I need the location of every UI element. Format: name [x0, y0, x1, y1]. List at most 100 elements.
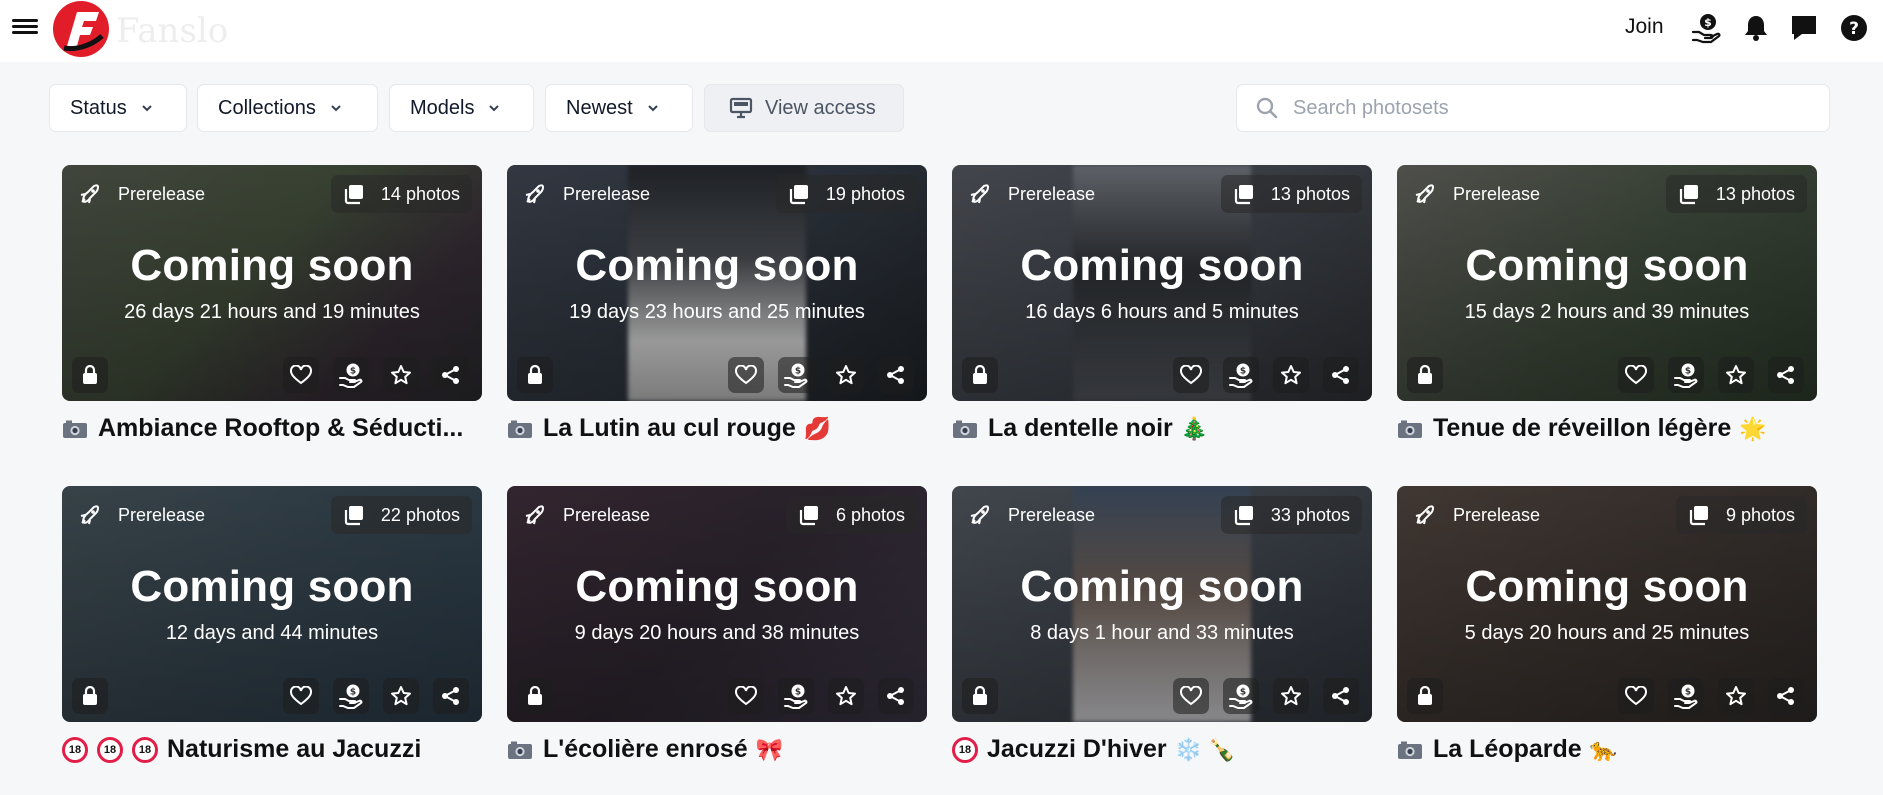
photoset-card[interactable]: Prerelease 22 photos Coming soon 12 days an… [62, 486, 482, 722]
rocket-icon [523, 503, 555, 527]
countdown-text: 8 days 1 hour and 33 minutes [1030, 622, 1294, 644]
photoset-title[interactable]: La Léoparde 🐆 [1397, 735, 1817, 764]
favorite-button[interactable] [1273, 678, 1309, 714]
tip-button[interactable]: $ [1223, 357, 1259, 393]
tip-button[interactable]: $ [778, 678, 814, 714]
photoset-card[interactable]: Prerelease 6 photos Coming soon 9 days 20 h… [507, 486, 927, 722]
search-icon [1256, 97, 1278, 119]
share-button[interactable] [878, 678, 914, 714]
rocket-icon [78, 503, 110, 527]
models-filter[interactable]: Models [389, 84, 534, 132]
photoset-card[interactable]: Prerelease 19 photos Coming soon 19 days 23… [507, 165, 927, 401]
rocket-icon [968, 182, 1000, 206]
lock-icon [1407, 678, 1443, 714]
share-button[interactable] [433, 678, 469, 714]
photoset-card[interactable]: Prerelease 13 photos Coming soon 16 days 6 … [952, 165, 1372, 401]
photoset-card[interactable]: Prerelease 9 photos Coming soon 5 days 20 h… [1397, 486, 1817, 722]
title-emoji: ❄️ 🍾 [1174, 736, 1236, 762]
tip-money-icon: $ [338, 683, 364, 709]
share-button[interactable] [878, 357, 914, 393]
heart-icon [1180, 686, 1202, 706]
photoset-card[interactable]: Prerelease 33 photos Coming soon 8 days 1 h… [952, 486, 1372, 722]
photoset-title[interactable]: La dentelle noir 🎄 [952, 414, 1372, 443]
photoset-title[interactable]: La Lutin au cul rouge 💋 [507, 414, 927, 443]
adults-only-icon: 18 [952, 736, 978, 763]
photo-count: 22 photos [380, 504, 460, 525]
like-button[interactable] [728, 357, 764, 393]
chat-icon[interactable] [1788, 12, 1820, 44]
status-filter[interactable]: Status [49, 84, 187, 132]
heart-icon [735, 686, 757, 706]
share-icon [441, 686, 461, 706]
chevron-down-icon [331, 105, 341, 112]
heart-icon [1625, 365, 1647, 385]
sort-filter[interactable]: Newest [545, 84, 693, 132]
bell-icon[interactable] [1740, 12, 1772, 44]
favorite-button[interactable] [383, 357, 419, 393]
coming-soon-heading: Coming soon [1020, 241, 1304, 290]
share-button[interactable] [1768, 678, 1804, 714]
tip-button[interactable]: $ [1223, 678, 1259, 714]
help-icon[interactable]: ? [1838, 12, 1870, 44]
photoset-title[interactable]: 18 18 18 Naturisme au Jacuzzi [62, 735, 482, 764]
site-logo[interactable] [50, 0, 112, 58]
like-button[interactable] [283, 678, 319, 714]
like-button[interactable] [1173, 357, 1209, 393]
prerelease-label: Prerelease [118, 183, 206, 204]
like-button[interactable] [283, 357, 319, 393]
like-button[interactable] [728, 678, 764, 714]
tip-button[interactable]: $ [333, 678, 369, 714]
heart-icon [290, 686, 312, 706]
photoset-title[interactable]: Tenue de réveillon légère 🌟 [1397, 414, 1817, 443]
title-emoji: 🐆 [1589, 736, 1618, 762]
view-access-label: View access [765, 96, 876, 119]
camera-icon [1397, 740, 1433, 760]
view-access-button[interactable]: View access [704, 84, 904, 132]
favorite-button[interactable] [828, 357, 864, 393]
adults-only-icon: 18 [97, 736, 123, 763]
photoset-title[interactable]: Ambiance Rooftop & Séducti... [62, 414, 482, 443]
prerelease-label: Prerelease [1453, 183, 1541, 204]
coming-soon-heading: Coming soon [1465, 562, 1749, 611]
share-button[interactable] [433, 357, 469, 393]
tip-button[interactable]: $ [333, 357, 369, 393]
favorite-button[interactable] [828, 678, 864, 714]
photoset-title-text: La Léoparde [1433, 735, 1582, 763]
photo-count-badge: 13 photos [1220, 175, 1362, 213]
join-link[interactable]: Join [1625, 15, 1664, 39]
tip-button[interactable]: $ [1668, 678, 1704, 714]
svg-text:$: $ [1685, 688, 1691, 698]
tip-money-icon[interactable]: $ [1690, 12, 1722, 44]
photoset-card[interactable]: Prerelease 14 photos Coming soon 26 days 21… [62, 165, 482, 401]
photo-count-badge: 19 photos [775, 175, 917, 213]
favorite-button[interactable] [1718, 678, 1754, 714]
tip-button[interactable]: $ [1668, 357, 1704, 393]
share-button[interactable] [1323, 357, 1359, 393]
collections-filter[interactable]: Collections [197, 84, 378, 132]
photoset-title-text: Jacuzzi D'hiver [987, 735, 1167, 763]
like-button[interactable] [1618, 357, 1654, 393]
share-button[interactable] [1768, 357, 1804, 393]
lock-icon [72, 357, 108, 393]
menu-icon[interactable] [12, 16, 38, 38]
photo-count-badge: 13 photos [1665, 175, 1807, 213]
favorite-button[interactable] [1718, 357, 1754, 393]
countdown-text: 15 days 2 hours and 39 minutes [1464, 301, 1750, 323]
photoset-title[interactable]: L'écolière enrosé 🎀 [507, 735, 927, 764]
search-input[interactable] [1293, 96, 1813, 120]
tip-button[interactable]: $ [778, 357, 814, 393]
favorite-button[interactable] [383, 678, 419, 714]
photoset-card[interactable]: Prerelease 13 photos Coming soon 15 days 2 … [1397, 165, 1817, 401]
like-button[interactable] [1173, 678, 1209, 714]
photoset-title[interactable]: 18 Jacuzzi D'hiver ❄️ 🍾 [952, 735, 1372, 764]
prerelease-badge: Prerelease [517, 496, 656, 534]
favorite-button[interactable] [1273, 357, 1309, 393]
rocket-icon [968, 503, 1000, 527]
like-button[interactable] [1618, 678, 1654, 714]
share-icon [1331, 686, 1351, 706]
photoset-title-text: Tenue de réveillon légère [1433, 414, 1732, 442]
photos-icon [798, 504, 828, 526]
star-icon [1725, 685, 1747, 707]
share-button[interactable] [1323, 678, 1359, 714]
top-bar: Fanslo Join $ ? [0, 0, 1883, 62]
